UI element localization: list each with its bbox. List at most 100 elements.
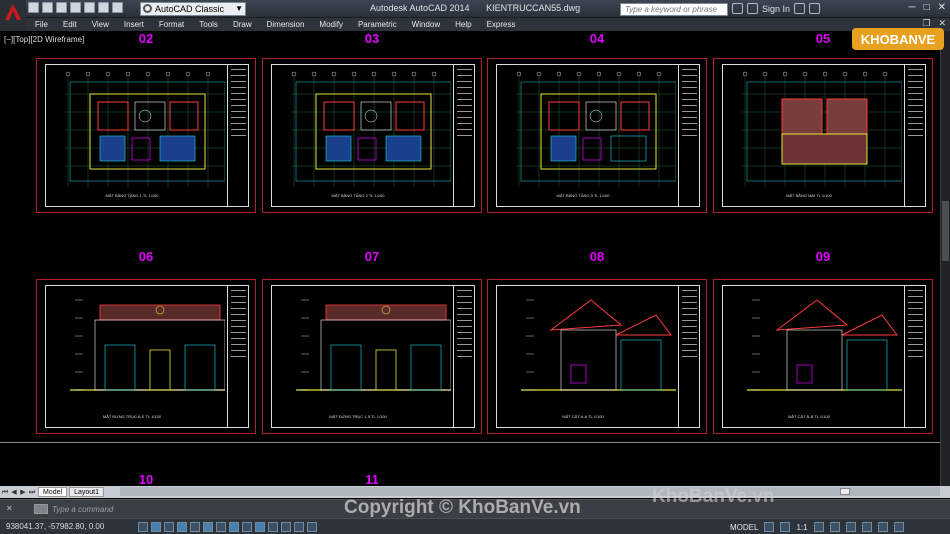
maximize-icon[interactable]: □ bbox=[924, 2, 930, 13]
autocad-logo-icon bbox=[5, 4, 21, 20]
sheet-number: 09 bbox=[815, 249, 831, 264]
open-icon[interactable] bbox=[42, 2, 53, 13]
status-tray: MODEL 1:1 bbox=[730, 522, 904, 532]
grid-display-icon[interactable] bbox=[164, 522, 174, 532]
lineweight-icon[interactable] bbox=[268, 522, 278, 532]
sheet-caption: MẶT BẰNG TẦNG 3 TL 1/100 bbox=[556, 193, 610, 198]
infocenter-tools: Sign In bbox=[732, 3, 821, 14]
sheet-number: 08 bbox=[589, 249, 605, 264]
binoculars-icon[interactable] bbox=[732, 3, 743, 14]
ortho-mode-icon[interactable] bbox=[177, 522, 187, 532]
isolate-objects-icon[interactable] bbox=[877, 522, 888, 532]
logo-text: KHOBANVE bbox=[861, 32, 936, 47]
redo-icon[interactable] bbox=[112, 2, 123, 13]
menu-dimension[interactable]: Dimension bbox=[267, 20, 305, 29]
object-snap-icon[interactable] bbox=[203, 522, 213, 532]
menu-edit[interactable]: Edit bbox=[63, 20, 77, 29]
chevron-down-icon: ▼ bbox=[235, 4, 243, 13]
plot-icon[interactable] bbox=[84, 2, 95, 13]
annotation-visibility-icon[interactable] bbox=[813, 522, 824, 532]
tab-layout1[interactable]: Layout1 bbox=[69, 487, 104, 497]
dynamic-ucs-icon[interactable] bbox=[242, 522, 252, 532]
drawing-sheet[interactable]: MẶT CẮT A-A TL 1/100 bbox=[487, 279, 707, 434]
help-icon[interactable] bbox=[809, 3, 821, 14]
object-snap-tracking-icon[interactable] bbox=[229, 522, 239, 532]
scroll-thumb[interactable] bbox=[840, 488, 850, 495]
transparency-icon[interactable] bbox=[281, 522, 291, 532]
menu-format[interactable]: Format bbox=[159, 20, 184, 29]
drawing-sheet[interactable]: MẶT BẰNG TẦNG 3 TL 1/100 bbox=[487, 58, 707, 213]
selection-cycling-icon[interactable] bbox=[307, 522, 317, 532]
sheet-number: 02 bbox=[138, 31, 154, 46]
workspace-switching-icon[interactable] bbox=[829, 522, 840, 532]
lock-icon[interactable] bbox=[845, 522, 856, 532]
3d-object-snap-icon[interactable] bbox=[216, 522, 226, 532]
menu-view[interactable]: View bbox=[92, 20, 109, 29]
undo-icon[interactable] bbox=[98, 2, 109, 13]
viewport-controls[interactable]: [−][Top][2D Wireframe] bbox=[4, 35, 84, 44]
last-tab-icon[interactable]: ⏭ bbox=[28, 488, 36, 497]
menu-express[interactable]: Express bbox=[487, 20, 516, 29]
plan-drawing bbox=[291, 71, 451, 187]
drawing-sheet[interactable]: MẶT BẰNG MÁI TL 1/100 bbox=[713, 58, 933, 213]
drawing-sheet[interactable]: MẶT CẮT B-B TL 1/100 bbox=[713, 279, 933, 434]
sheet-number: 04 bbox=[589, 31, 605, 46]
command-history-icon[interactable] bbox=[34, 504, 48, 514]
vertical-scrollbar[interactable] bbox=[940, 31, 950, 486]
plan-drawing bbox=[65, 71, 225, 187]
menu-parametric[interactable]: Parametric bbox=[358, 20, 397, 29]
annotation-scale[interactable]: 1:1 bbox=[796, 523, 807, 532]
drawing-sheet[interactable]: MẶT BẰNG TẦNG 1 TL 1/100 bbox=[36, 58, 256, 213]
model-space-toggle[interactable]: MODEL bbox=[730, 523, 758, 532]
drawing-sheet[interactable]: MẶT ĐỨNG TRỤC A-E TL 1/100 bbox=[36, 279, 256, 434]
scroll-thumb[interactable] bbox=[942, 201, 949, 261]
sheet-caption: MẶT BẰNG MÁI TL 1/100 bbox=[786, 193, 832, 198]
menu-file[interactable]: File bbox=[35, 20, 48, 29]
copyright-watermark: Copyright © KhoBanVe.vn bbox=[344, 497, 581, 518]
prev-tab-icon[interactable]: ◀ bbox=[10, 488, 18, 497]
title-block bbox=[678, 64, 700, 207]
sheet-caption: MẶT ĐỨNG TRỤC 1-5 TL 1/100 bbox=[329, 414, 387, 419]
drawing-sheet[interactable]: MẶT ĐỨNG TRỤC 1-5 TL 1/100 bbox=[262, 279, 482, 434]
application-menu-button[interactable] bbox=[0, 0, 26, 31]
infer-constraints-icon[interactable] bbox=[138, 522, 148, 532]
drawing-canvas[interactable]: 02 MẶT BẰNG TẦNG 1 TL 1/100 03 MẶT BẰNG TẦN… bbox=[0, 31, 950, 485]
menu-insert[interactable]: Insert bbox=[124, 20, 144, 29]
save-as-icon[interactable] bbox=[70, 2, 81, 13]
snap-mode-icon[interactable] bbox=[151, 522, 161, 532]
tab-model[interactable]: Model bbox=[38, 487, 68, 497]
menu-draw[interactable]: Draw bbox=[233, 20, 252, 29]
menu-window[interactable]: Window bbox=[412, 20, 440, 29]
title-block bbox=[904, 64, 926, 207]
close-icon[interactable]: ✕ bbox=[6, 505, 14, 513]
save-icon[interactable] bbox=[56, 2, 67, 13]
quick-view-layouts-icon[interactable] bbox=[764, 522, 775, 532]
quick-properties-icon[interactable] bbox=[294, 522, 304, 532]
menu-modify[interactable]: Modify bbox=[319, 20, 343, 29]
exchange-icon[interactable] bbox=[794, 3, 806, 14]
help-search-input[interactable]: Type a keyword or phrase bbox=[620, 3, 728, 16]
dynamic-input-icon[interactable] bbox=[255, 522, 265, 532]
quick-view-drawings-icon[interactable] bbox=[780, 522, 791, 532]
title-block bbox=[678, 285, 700, 428]
menu-tools[interactable]: Tools bbox=[199, 20, 218, 29]
drawing-sheet[interactable]: MẶT BẰNG TẦNG 2 TL 1/100 bbox=[262, 58, 482, 213]
sheet-caption: MẶT CẮT B-B TL 1/100 bbox=[788, 414, 830, 419]
sign-in-button[interactable]: Sign In bbox=[762, 4, 790, 14]
close-icon[interactable]: ✕ bbox=[938, 2, 946, 13]
menu-help[interactable]: Help bbox=[455, 20, 471, 29]
polar-tracking-icon[interactable] bbox=[190, 522, 200, 532]
workspace-dropdown[interactable]: AutoCAD Classic ▼ bbox=[140, 2, 246, 16]
horizontal-scrollbar[interactable] bbox=[120, 487, 940, 496]
user-icon bbox=[747, 3, 758, 14]
new-icon[interactable] bbox=[28, 2, 39, 13]
first-tab-icon[interactable]: ⏮ bbox=[1, 488, 9, 497]
minimize-icon[interactable]: ─ bbox=[908, 2, 915, 13]
sheet-caption: MẶT CẮT A-A TL 1/100 bbox=[562, 414, 604, 419]
hardware-acceleration-icon[interactable] bbox=[861, 522, 872, 532]
next-tab-icon[interactable]: ▶ bbox=[19, 488, 27, 497]
title-block bbox=[453, 285, 475, 428]
title-block bbox=[904, 285, 926, 428]
clean-screen-icon[interactable] bbox=[893, 522, 904, 532]
title-bar: AutoCAD Classic ▼ Autodesk AutoCAD 2014 … bbox=[0, 0, 950, 18]
